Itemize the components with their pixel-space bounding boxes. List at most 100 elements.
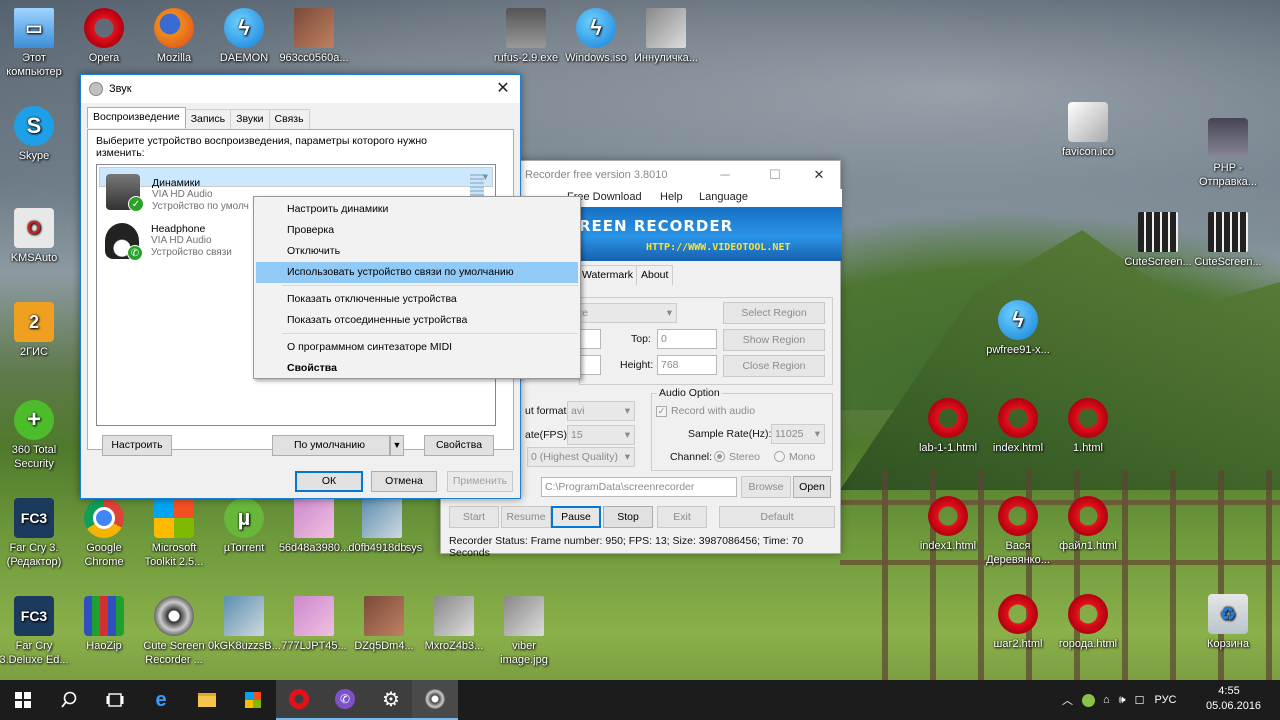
taskbar-opera[interactable] — [276, 680, 322, 720]
set-default-dropdown[interactable]: ▼ — [390, 435, 404, 456]
desktop-icon-photo[interactable]: 0kGK8uzzsB... — [208, 596, 281, 653]
search-button[interactable] — [46, 680, 92, 720]
desktop-icon-goroda-html[interactable]: города.html — [1052, 594, 1124, 651]
desktop-icon-skype[interactable]: S Skype — [0, 106, 70, 163]
network-icon[interactable]: ⌂ — [1103, 694, 1110, 706]
desktop-icon-haozip[interactable]: HaoZip — [68, 596, 140, 653]
open-button[interactable]: Open — [793, 476, 831, 498]
taskbar-store[interactable] — [230, 680, 276, 720]
menu-item-midi-about[interactable]: О программном синтезаторе MIDI — [256, 337, 578, 358]
desktop-icon-rufus[interactable]: rufus-2.9.exe — [490, 8, 562, 65]
desktop-icon-windows-iso[interactable]: ϟ Windows.iso — [560, 8, 632, 65]
desktop-icon-farcry-editor[interactable]: FC3 Far Cry 3.(Редактор) — [0, 498, 70, 569]
menu-item-disable[interactable]: Отключить — [256, 241, 578, 262]
desktop-icon-cutescreen-1[interactable]: CuteScreen... — [1122, 212, 1194, 269]
record-audio-checkbox[interactable]: ✓ — [656, 406, 667, 417]
tab-about[interactable]: About — [636, 265, 674, 285]
quality-select[interactable]: 0 (Highest Quality) — [527, 447, 635, 467]
start-button[interactable] — [0, 680, 46, 720]
ok-button[interactable]: ОК — [295, 471, 363, 492]
cancel-button[interactable]: Отмена — [371, 471, 437, 492]
tab-sounds[interactable]: Звуки — [230, 109, 270, 130]
desktop-icon-opera[interactable]: Opera — [68, 8, 140, 65]
default-button[interactable]: Default — [719, 506, 835, 528]
tab-recording[interactable]: Запись — [184, 109, 232, 130]
tab-watermark[interactable]: Watermark — [577, 265, 638, 285]
menu-item-properties[interactable]: Свойства — [256, 358, 578, 379]
save-path-input[interactable]: C:\ProgramData\screenrecorder — [541, 477, 737, 497]
desktop-icon-this-pc[interactable]: ▭ Этот компьютер — [0, 8, 70, 79]
desktop-icon-cutescreen-2[interactable]: CuteScreen... — [1192, 212, 1264, 269]
set-default-button[interactable]: По умолчанию — [272, 435, 390, 456]
taskbar-settings[interactable]: ⚙ — [368, 680, 414, 720]
desktop-icon-utorrent[interactable]: µ µTorrent — [208, 498, 280, 555]
taskbar-edge[interactable]: e — [138, 680, 184, 720]
menu-help[interactable]: Help — [660, 191, 683, 203]
frame-rate-select[interactable]: 15 — [567, 425, 635, 445]
menu-language[interactable]: Language — [699, 191, 748, 203]
resume-button[interactable]: Resume — [501, 506, 551, 528]
show-region-button[interactable]: Show Region — [723, 329, 825, 351]
output-format-select[interactable]: avi — [567, 401, 635, 421]
mono-radio[interactable] — [774, 451, 785, 462]
desktop-icon-firefox[interactable]: Mozilla — [138, 8, 210, 65]
menu-item-show-disconnected[interactable]: Показать отсоединенные устройства — [256, 310, 578, 331]
desktop-icon-index1-html[interactable]: index1.html — [912, 496, 984, 553]
minimize-button[interactable]: ─ — [715, 165, 735, 185]
apply-button[interactable]: Применить — [447, 471, 513, 492]
close-button[interactable]: ✕ — [809, 165, 829, 185]
sample-rate-select[interactable]: 11025 — [771, 424, 825, 444]
input-language[interactable]: РУС — [1154, 694, 1176, 706]
clock[interactable]: 4:55 05.06.2016 — [1206, 684, 1261, 714]
desktop-icon-photo[interactable]: MxroZ4b3... — [418, 596, 490, 653]
desktop-icon-daemon[interactable]: ϟ DAEMON — [208, 8, 280, 65]
desktop-icon-file1-html[interactable]: файл1.html — [1052, 496, 1124, 553]
desktop-icon-cute-recorder[interactable]: Cute Screen Recorder ... — [138, 596, 210, 667]
configure-button[interactable]: Настроить — [102, 435, 172, 456]
desktop-icon-photo[interactable]: 963cc0560a... — [278, 8, 350, 65]
taskbar-cute-recorder[interactable] — [412, 680, 458, 720]
desktop-icon-favicon[interactable]: favicon.ico — [1052, 102, 1124, 159]
start-button[interactable]: Start — [449, 506, 499, 528]
desktop-icon-farcry-deluxe[interactable]: FC3 Far Cry 3.Deluxe Ed... — [0, 596, 70, 667]
desktop-icon-shag2-html[interactable]: шаг2.html — [982, 594, 1054, 651]
browse-button[interactable]: Browse — [741, 476, 791, 498]
desktop-icon-1-html[interactable]: 1.html — [1052, 398, 1124, 455]
top-input[interactable]: 0 — [657, 329, 717, 349]
desktop-icon-lab-html[interactable]: lab-1-1.html — [912, 398, 984, 455]
desktop-icon-photo[interactable]: 56d48a3980... — [278, 498, 350, 555]
properties-button[interactable]: Свойства — [424, 435, 494, 456]
desktop-icon-php[interactable]: PHP - Отправка... — [1192, 118, 1264, 189]
menu-item-set-default-comm[interactable]: Использовать устройство связи по умолчан… — [256, 262, 578, 283]
desktop-icon-recycle-bin[interactable]: ♻ Корзина — [1192, 594, 1264, 651]
menu-item-test[interactable]: Проверка — [256, 220, 578, 241]
desktop-icon-ms-toolkit[interactable]: Microsoft Toolkit 2.5... — [138, 498, 210, 569]
tray-app-icon[interactable] — [1082, 693, 1095, 707]
tab-playback[interactable]: Воспроизведение — [87, 107, 186, 128]
menu-item-configure-speakers[interactable]: Настроить динамики — [256, 199, 578, 220]
select-region-button[interactable]: Select Region — [723, 302, 825, 324]
menu-item-show-disabled[interactable]: Показать отключенные устройства — [256, 289, 578, 310]
desktop-icon-index-html[interactable]: index.html — [982, 398, 1054, 455]
height-input[interactable]: 768 — [657, 355, 717, 375]
desktop-icon-photo[interactable]: DZq5Dm4... — [348, 596, 420, 653]
task-view-button[interactable] — [92, 680, 138, 720]
device-speakers[interactable]: ✓ Динамики VIA HD Audio Устройство по ум… — [99, 167, 493, 212]
stop-button[interactable]: Stop — [603, 506, 653, 528]
desktop-icon-2gis[interactable]: 2 2ГИС — [0, 302, 70, 359]
desktop-icon-vasya[interactable]: Вася Деревянко... — [982, 496, 1054, 567]
taskbar-explorer[interactable] — [184, 680, 230, 720]
tab-communications[interactable]: Связь — [268, 109, 310, 130]
chevron-up-icon[interactable]: ︿ — [1062, 692, 1073, 708]
desktop-icon-viber-image[interactable]: viber image.jpg — [488, 596, 560, 667]
desktop-icon-photo[interactable]: 777LJPT45... — [278, 596, 350, 653]
desktop-icon-360-security[interactable]: +360 Total Security — [0, 400, 70, 471]
desktop-icon-innulichka[interactable]: Иннуличка... — [630, 8, 702, 65]
close-region-button[interactable]: Close Region — [723, 355, 825, 377]
exit-button[interactable]: Exit — [657, 506, 707, 528]
region-select[interactable]: ze — [573, 303, 677, 323]
taskbar-viber[interactable]: ✆ — [322, 680, 368, 720]
maximize-button[interactable]: ☐ — [765, 165, 785, 185]
desktop-icon-pwfree[interactable]: ϟ pwfree91-x... — [982, 300, 1054, 357]
volume-icon[interactable]: 🕪 — [1119, 694, 1126, 707]
